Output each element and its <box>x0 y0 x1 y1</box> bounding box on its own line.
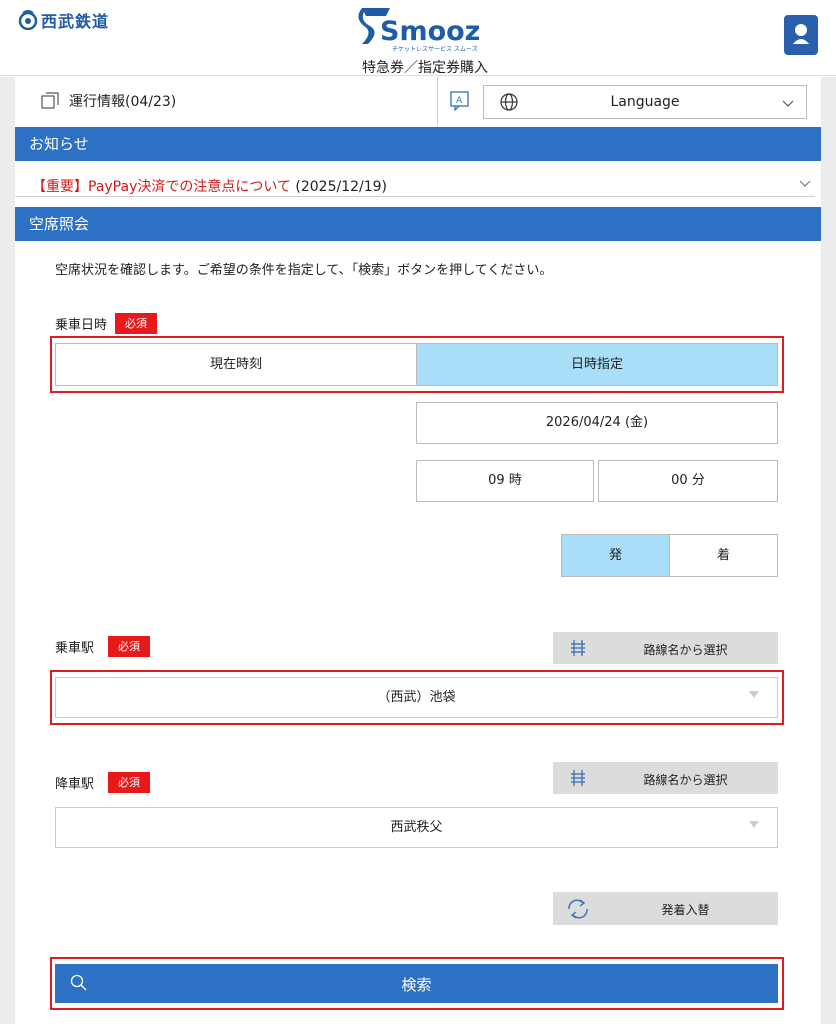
route-select-label: 路線名から選択 <box>643 643 728 657</box>
svg-text:A: A <box>456 96 463 106</box>
search-intro: 空席状況を確認します。ご希望の条件を指定して、「検索」ボタンを押してください。 <box>55 263 553 278</box>
brand-name: 西武鉄道 <box>41 12 110 31</box>
notices-header: お知らせ <box>15 127 821 161</box>
date-field[interactable]: 2026/04/24 (金) <box>416 402 778 444</box>
to-station-value: 西武秩父 <box>390 820 443 835</box>
minute-field[interactable]: 00 分 <box>598 460 778 502</box>
from-station-select[interactable]: （西武）池袋 <box>55 677 778 718</box>
notice-title: 【重要】PayPay決済での注意点について <box>32 179 291 195</box>
dropdown-arrow-icon <box>749 691 759 698</box>
swap-arrows-icon <box>568 899 588 919</box>
from-station-value: （西武）池袋 <box>377 690 456 705</box>
seat-search-header: 空席照会 <box>15 207 821 241</box>
login-button[interactable] <box>784 15 818 55</box>
route-select-label: 路線名から選択 <box>643 773 728 787</box>
chevron-down-icon <box>799 180 811 187</box>
seibu-logo-icon <box>18 10 38 30</box>
chevron-down-icon <box>782 100 794 107</box>
main-panel: 運行情報(04/23) A Language お知らせ 【重要】PayPay決済… <box>15 77 821 1024</box>
specify-datetime-button[interactable]: 日時指定 <box>416 343 778 386</box>
smooz-logo[interactable]: Smooz チケットレスサービス スムーズ 特急券／指定券購入 <box>340 2 510 76</box>
translate-icon[interactable]: A <box>450 91 470 111</box>
language-label: Language <box>610 94 680 110</box>
svg-text:Smooz: Smooz <box>380 16 480 47</box>
to-station-label: 降車駅 <box>55 777 95 792</box>
from-route-select-button[interactable]: 路線名から選択 <box>553 632 778 664</box>
notice-text: 【重要】PayPay決済での注意点について (2025/12/19) <box>32 176 387 196</box>
notice-date: (2025/12/19) <box>295 179 388 195</box>
smooz-wordmark-icon: Smooz チケットレスサービス スムーズ <box>358 8 480 53</box>
page-subtitle: 特急券／指定券購入 <box>362 60 488 76</box>
page-background: 運行情報(04/23) A Language お知らせ 【重要】PayPay決済… <box>0 77 836 1024</box>
arrival-toggle[interactable]: 着 <box>669 534 778 577</box>
to-route-select-button[interactable]: 路線名から選択 <box>553 762 778 794</box>
required-badge: 必須 <box>115 313 158 334</box>
user-icon <box>793 24 809 44</box>
from-station-label-row: 乗車駅 必須 <box>55 636 151 657</box>
swap-stations-button[interactable]: 発着入替 <box>553 892 778 925</box>
info-row: 運行情報(04/23) A Language <box>15 77 821 125</box>
swap-label: 発着入替 <box>661 903 710 917</box>
language-select[interactable]: Language <box>483 85 807 119</box>
boarding-datetime-label-row: 乗車日時 必須 <box>55 313 158 334</box>
track-icon <box>571 770 585 786</box>
now-time-button[interactable]: 現在時刻 <box>55 343 417 386</box>
hour-field[interactable]: 09 時 <box>416 460 594 502</box>
dropdown-arrow-icon <box>749 821 759 828</box>
operation-info-label: 運行情報(04/23) <box>69 94 177 110</box>
departure-toggle[interactable]: 発 <box>561 534 670 577</box>
language-area: A Language <box>437 77 821 125</box>
required-badge: 必須 <box>108 772 151 793</box>
from-station-label: 乗車駅 <box>55 641 95 656</box>
search-button-label: 検索 <box>401 976 432 994</box>
copy-icon <box>41 92 59 109</box>
to-station-select[interactable]: 西武秩父 <box>55 807 778 848</box>
required-badge: 必須 <box>108 636 151 657</box>
header: 西武鉄道 Smooz チケットレスサービス スムーズ 特急券／指定券購入 <box>0 0 836 76</box>
boarding-datetime-label: 乗車日時 <box>55 318 108 333</box>
to-station-label-row: 降車駅 必須 <box>55 772 151 793</box>
operation-info-link[interactable]: 運行情報(04/23) <box>41 91 176 111</box>
notice-item[interactable]: 【重要】PayPay決済での注意点について (2025/12/19) <box>15 173 815 197</box>
smooz-tagline: チケットレスサービス スムーズ <box>392 45 478 53</box>
seibu-railway-logo[interactable]: 西武鉄道 <box>18 8 109 32</box>
track-icon <box>571 640 585 656</box>
search-button[interactable]: 検索 <box>55 964 778 1003</box>
